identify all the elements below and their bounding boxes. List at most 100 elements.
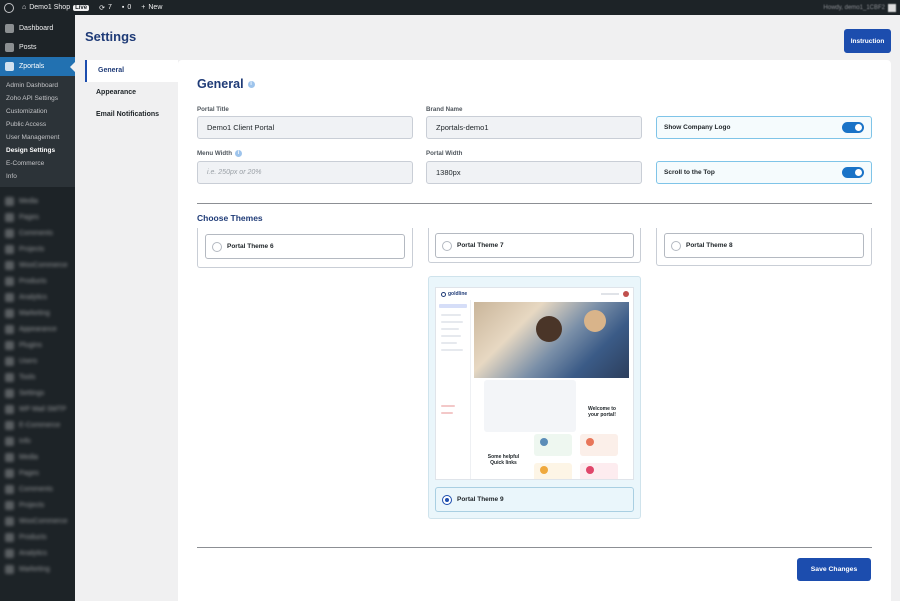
sidebar-item-label: Projects <box>19 245 45 253</box>
scroll-to-top-toggle[interactable] <box>842 167 864 178</box>
admin-sidebar: Dashboard Posts Zportals Admin Dashboard… <box>0 15 75 601</box>
sidebar-item-blurred[interactable]: Projects <box>0 497 75 513</box>
preview-quick-link-tile <box>534 434 572 456</box>
submenu-admin-dashboard[interactable]: Admin Dashboard <box>0 79 75 92</box>
sidebar-item-label: Comments <box>19 229 53 237</box>
sidebar-item-blurred[interactable]: Marketing <box>0 561 75 577</box>
tab-general[interactable]: General <box>85 60 178 82</box>
site-name: Demo1 Shop <box>29 4 71 11</box>
sidebar-item-blurred[interactable]: Media <box>0 193 75 209</box>
menu-icon <box>5 500 14 510</box>
wordpress-logo-icon[interactable] <box>4 2 14 13</box>
brand-name-input[interactable]: Zportals-demo1 <box>426 116 642 139</box>
tab-email-notifications[interactable]: Email Notifications <box>85 104 178 126</box>
settings-panel: General i Portal Title Demo1 Client Port… <box>178 60 891 601</box>
sidebar-item-blurred[interactable]: Analytics <box>0 289 75 305</box>
blurred-menu-items: Media Pages Comments Projects WooCommerce Pro… <box>0 187 75 577</box>
sidebar-item-blurred[interactable]: Pages <box>0 209 75 225</box>
sidebar-item-label: Plugins <box>19 341 42 349</box>
theme-option-9[interactable]: Portal Theme 9 <box>435 487 634 512</box>
menu-icon <box>5 276 14 286</box>
submenu-e-commerce[interactable]: E-Commerce <box>0 157 75 170</box>
pin-icon <box>5 43 14 52</box>
instruction-button[interactable]: Instruction <box>844 29 891 53</box>
theme-card-8: Portal Theme 8 <box>656 228 872 266</box>
show-company-logo-toggle[interactable] <box>842 122 864 133</box>
sidebar-item-blurred[interactable]: Projects <box>0 241 75 257</box>
link-icon <box>586 438 594 446</box>
divider <box>197 547 872 548</box>
sidebar-item-blurred[interactable]: Appearance <box>0 321 75 337</box>
submenu-info[interactable]: Info <box>0 170 75 183</box>
portal-title-label: Portal Title <box>197 106 229 113</box>
sidebar-item-blurred[interactable]: Info <box>0 433 75 449</box>
menu-icon <box>5 228 14 238</box>
submenu-zoho-api-settings[interactable]: Zoho API Settings <box>0 92 75 105</box>
sidebar-item-blurred[interactable]: Comments <box>0 225 75 241</box>
info-icon[interactable]: i <box>247 80 255 88</box>
sidebar-item-blurred[interactable]: E-Commerce <box>0 417 75 433</box>
theme-option-7[interactable]: Portal Theme 7 <box>435 233 634 258</box>
howdy-text: Howdy, demo1_1CBF2 <box>823 4 885 11</box>
preview-hero-photo <box>474 302 629 378</box>
sidebar-item-posts[interactable]: Posts <box>0 38 75 57</box>
preview-user-name <box>601 293 619 295</box>
sidebar-item-blurred[interactable]: Marketing <box>0 305 75 321</box>
menu-icon <box>5 292 14 302</box>
admin-bar: ⌂ Demo1 Shop Live ⟳ 7 ▪ 0 + New Howdy, d… <box>0 0 900 15</box>
sidebar-item-blurred[interactable]: WooCommerce <box>0 513 75 529</box>
sidebar-item-blurred[interactable]: Settings <box>0 385 75 401</box>
sidebar-item-blurred[interactable]: Pages <box>0 465 75 481</box>
radio-selected-icon[interactable] <box>442 494 452 505</box>
home-icon: ⌂ <box>22 4 27 11</box>
portal-width-input[interactable]: 1380px <box>426 161 642 184</box>
sidebar-item-label: Analytics <box>19 549 48 557</box>
new-content-link[interactable]: + New <box>141 4 162 11</box>
save-changes-button[interactable]: Save Changes <box>797 558 871 581</box>
radio-icon[interactable] <box>671 240 681 251</box>
radio-icon[interactable] <box>212 241 222 252</box>
sidebar-item-blurred[interactable]: Media <box>0 449 75 465</box>
sidebar-item-label: Products <box>19 277 47 285</box>
submenu-design-settings[interactable]: Design Settings <box>0 144 75 157</box>
sidebar-item-blurred[interactable]: Plugins <box>0 337 75 353</box>
comments-count: 0 <box>127 4 132 11</box>
sidebar-item-blurred[interactable]: Products <box>0 529 75 545</box>
sidebar-item-blurred[interactable]: Tools <box>0 369 75 385</box>
portal-title-input[interactable]: Demo1 Client Portal <box>197 116 413 139</box>
theme-option-6[interactable]: Portal Theme 6 <box>205 234 405 259</box>
submenu-customization[interactable]: Customization <box>0 105 75 118</box>
submenu-public-access[interactable]: Public Access <box>0 118 75 131</box>
radio-icon[interactable] <box>442 240 452 251</box>
updates-link[interactable]: ⟳ 7 <box>99 4 112 12</box>
link-icon <box>540 438 548 446</box>
sidebar-item-zportals[interactable]: Zportals <box>0 57 75 76</box>
sidebar-item-label: Media <box>19 197 39 205</box>
info-icon[interactable]: i <box>235 150 242 157</box>
sidebar-item-blurred[interactable]: Analytics <box>0 545 75 561</box>
sidebar-item-blurred[interactable]: Users <box>0 353 75 369</box>
theme-9-preview-image[interactable]: goldline Welcome to your portal! Some he… <box>435 287 634 480</box>
site-name-link[interactable]: ⌂ Demo1 Shop Live <box>22 4 90 11</box>
theme-option-8[interactable]: Portal Theme 8 <box>664 233 864 258</box>
sidebar-item-label: E-Commerce <box>19 421 61 429</box>
user-account-menu[interactable]: Howdy, demo1_1CBF2 <box>823 0 896 15</box>
menu-icon <box>5 212 14 222</box>
sidebar-item-blurred[interactable]: Products <box>0 273 75 289</box>
sidebar-item-blurred[interactable]: Comments <box>0 481 75 497</box>
dashboard-icon <box>5 24 14 33</box>
sidebar-item-dashboard[interactable]: Dashboard <box>0 19 75 38</box>
sidebar-item-blurred[interactable]: WP Mail SMTP <box>0 401 75 417</box>
updates-count: 7 <box>107 4 112 11</box>
preview-person <box>536 316 562 342</box>
menu-width-input[interactable]: i.e. 250px or 20% <box>197 161 413 184</box>
submenu-user-management[interactable]: User Management <box>0 131 75 144</box>
preview-nav-line <box>441 342 457 344</box>
sidebar-item-label: WP Mail SMTP <box>19 405 67 413</box>
menu-icon <box>5 436 14 446</box>
tab-appearance[interactable]: Appearance <box>85 82 178 104</box>
sidebar-item-label: Analytics <box>19 293 48 301</box>
sidebar-item-blurred[interactable]: WooCommerce <box>0 257 75 273</box>
menu-icon <box>5 356 14 366</box>
comments-link[interactable]: ▪ 0 <box>122 4 131 11</box>
